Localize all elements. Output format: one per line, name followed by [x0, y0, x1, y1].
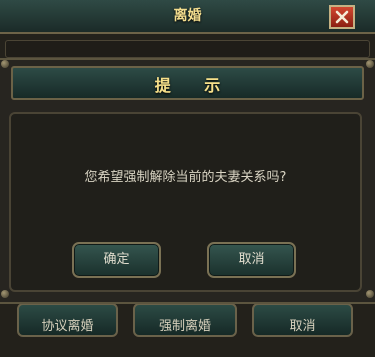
cancel-button[interactable]: 取消 — [207, 242, 296, 278]
divorce-button-row: 协议离婚 强制离婚 取消 — [0, 297, 375, 357]
close-button[interactable] — [329, 5, 355, 29]
divorce-window-titlebar: 离婚 — [0, 0, 375, 34]
ornament-bolt-icon — [1, 290, 9, 298]
ornament-bolt-icon — [366, 290, 374, 298]
prompt-dialog: 提 示 您希望强制解除当前的夫妻关系吗? 确定 取消 — [0, 58, 375, 304]
divorce-window-title: 离婚 — [173, 8, 202, 24]
ornament-bolt-icon — [366, 60, 374, 68]
close-x-icon — [335, 10, 349, 24]
divorce-cancel-button[interactable]: 取消 — [252, 303, 353, 337]
divorce-window-strip — [5, 40, 370, 58]
confirm-button[interactable]: 确定 — [72, 242, 161, 278]
prompt-dialog-titlebar: 提 示 — [11, 66, 364, 100]
agreement-divorce-button[interactable]: 协议离婚 — [17, 303, 118, 337]
forced-divorce-button[interactable]: 强制离婚 — [133, 303, 237, 337]
prompt-dialog-title: 提 示 — [154, 76, 235, 95]
ornament-bolt-icon — [1, 60, 9, 68]
prompt-dialog-content: 您希望强制解除当前的夫妻关系吗? 确定 取消 — [9, 112, 362, 292]
prompt-message: 您希望强制解除当前的夫妻关系吗? — [84, 170, 287, 185]
